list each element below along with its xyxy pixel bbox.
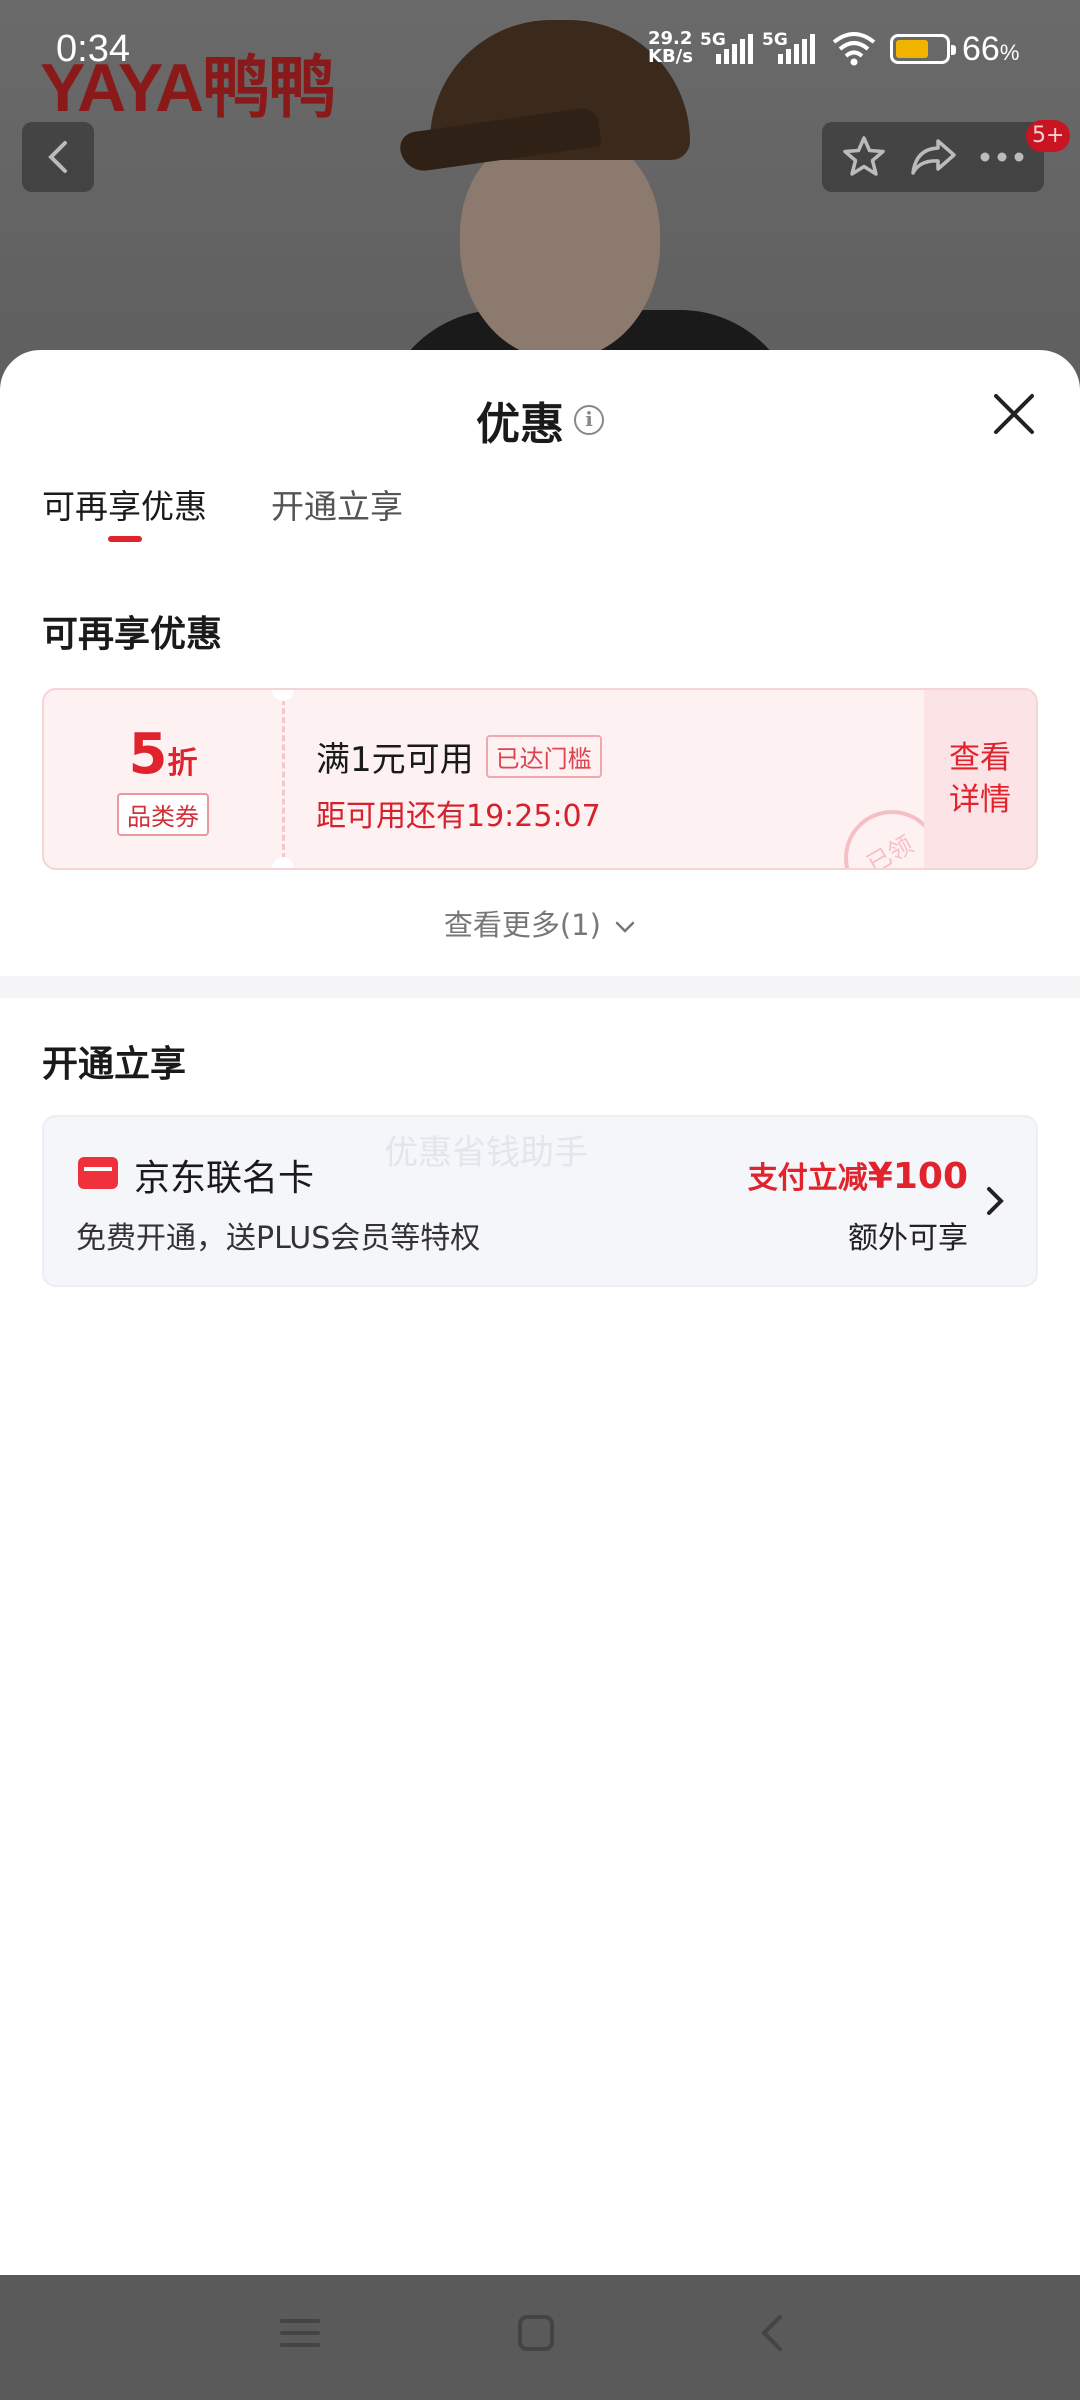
coupon-value: 5折 品类券 (44, 690, 282, 868)
coupon-countdown: 距可用还有19:25:07 (316, 799, 601, 834)
home-icon[interactable] (516, 2313, 556, 2353)
back-button[interactable] (22, 122, 94, 192)
card-promo: 支付立减¥100 (747, 1156, 968, 1197)
menu-icon[interactable] (280, 2313, 320, 2353)
tab-extra-discounts[interactable]: 可再享优惠 (42, 480, 207, 542)
section-divider (0, 976, 1080, 998)
coupon-info: 满1元可用 已达门槛 距可用还有19:25:07 (316, 732, 602, 835)
threshold-tag: 已达门槛 (485, 735, 602, 778)
signal-bars-icon (716, 34, 753, 64)
view-more-button[interactable]: 查看更多(1) (0, 902, 1080, 944)
section-title-extra-discounts: 可再享优惠 (42, 614, 223, 655)
status-bar: 0:34 29.2 KB/s 5G 5G 66% (0, 0, 1080, 100)
wifi-icon (832, 32, 876, 66)
sheet-title: 优惠 (476, 399, 564, 450)
coupon-divider (282, 690, 285, 868)
coupon-discount: 5折 (128, 722, 198, 787)
tab-open-enjoy[interactable]: 开通立享 (271, 480, 403, 528)
battery-icon (890, 34, 956, 64)
close-icon[interactable] (990, 390, 1038, 438)
card-extra-note: 额外可享 (848, 1221, 968, 1256)
more-icon[interactable] (978, 150, 1026, 164)
signal-bars-icon (778, 34, 815, 64)
chevron-right-icon (987, 1187, 1004, 1215)
watermark-text: 优惠省钱助手 (384, 1133, 588, 1173)
share-icon[interactable] (908, 135, 958, 179)
card-name: 京东联名卡 (134, 1158, 315, 1199)
view-details-button[interactable]: 查看 详情 (924, 690, 1036, 868)
coupon-type-badge: 品类券 (117, 793, 209, 836)
chevron-down-icon (615, 921, 635, 933)
clock: 0:34 (56, 28, 130, 70)
coupon-card[interactable]: 5折 品类券 满1元可用 已达门槛 距可用还有19:25:07 已领 查看 详情 (42, 688, 1038, 870)
discount-sheet: 优惠 i 可再享优惠 开通立享 可再享优惠 5折 品类券 满1元可用 已达门槛 距… (0, 350, 1080, 2275)
chevron-left-icon (48, 141, 67, 173)
network-speed: 29.2 KB/s (648, 28, 693, 67)
system-nav-bar (0, 2275, 1080, 2400)
sheet-header: 优惠 i (0, 388, 1080, 452)
header-actions (822, 122, 1044, 192)
coupon-condition: 满1元可用 (316, 740, 474, 780)
info-icon[interactable]: i (574, 405, 604, 435)
credit-card-icon (78, 1157, 118, 1189)
star-icon[interactable] (840, 133, 888, 181)
notification-badge: 5+ (1026, 120, 1071, 152)
card-description: 免费开通，送PLUS会员等特权 (76, 1221, 481, 1256)
tab-bar: 可再享优惠 开通立享 (42, 480, 403, 542)
section-title-open-enjoy: 开通立享 (42, 1044, 187, 1085)
battery-percent: 66% (962, 30, 1020, 68)
back-nav-icon[interactable] (752, 2313, 792, 2353)
